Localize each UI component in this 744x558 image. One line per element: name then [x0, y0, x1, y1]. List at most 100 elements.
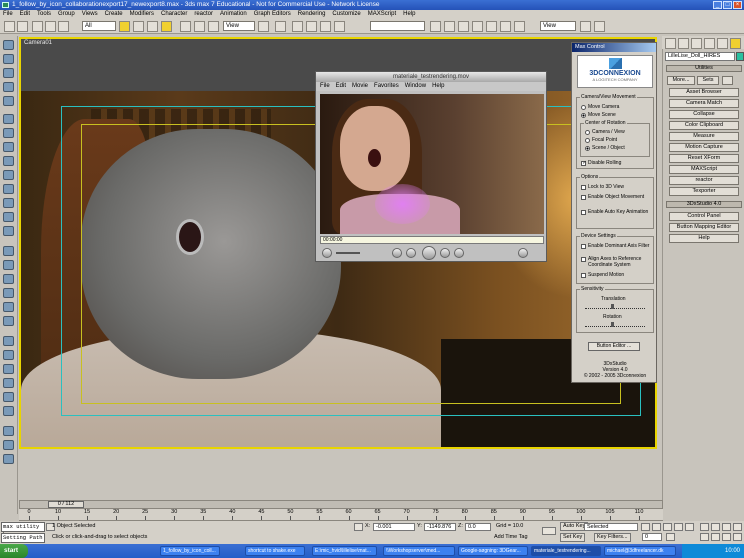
menu-modifiers[interactable]: Modifiers [130, 10, 154, 19]
hierarchy-tab-icon[interactable] [691, 38, 702, 49]
tool-icon[interactable] [3, 350, 14, 360]
task-google[interactable]: Google-søgning: 3DGear... [458, 546, 528, 556]
enable-auto-key-checkbox[interactable]: Enable Auto Key Animation [581, 209, 651, 215]
selection-filter-dropdown[interactable]: All [82, 21, 116, 31]
volume-icon[interactable] [322, 248, 332, 258]
camera-match-button[interactable]: Camera Match [669, 99, 739, 108]
active-shade-icon[interactable] [594, 21, 605, 32]
motion-tab-icon[interactable] [704, 38, 715, 49]
start-button[interactable]: start [0, 544, 28, 558]
time-slider-thumb[interactable]: 0 / 112 [48, 501, 84, 508]
qt-menu-help[interactable]: Help [432, 82, 444, 91]
bind-space-warp-icon[interactable] [58, 21, 69, 32]
snap-toggle-icon[interactable] [292, 21, 303, 32]
camera-view-radio[interactable]: Camera / View [585, 129, 625, 135]
play-icon[interactable] [422, 246, 436, 260]
zoom-all-icon[interactable] [711, 523, 720, 531]
menu-file[interactable]: File [3, 10, 13, 19]
redo-icon[interactable] [17, 21, 28, 32]
tool-icon[interactable] [3, 440, 14, 450]
button-editor-button[interactable]: Button Editor ... [588, 342, 640, 351]
maxscript-output-line[interactable]: Setting Path [1, 533, 45, 543]
tool-icon[interactable] [3, 392, 14, 402]
enable-object-movement-checkbox[interactable]: Enable Object Movement [581, 194, 651, 200]
tool-icon[interactable] [3, 364, 14, 374]
fast-forward-icon[interactable] [440, 248, 450, 258]
unlink-icon[interactable] [45, 21, 56, 32]
tool-icon[interactable] [3, 128, 14, 138]
sets-button[interactable]: Sets [697, 76, 719, 85]
tool-icon[interactable] [3, 198, 14, 208]
align-icon[interactable] [444, 21, 455, 32]
more-button[interactable]: More... [667, 76, 695, 85]
tool-icon[interactable] [3, 226, 14, 236]
tool-icon[interactable] [3, 454, 14, 464]
object-color-swatch[interactable] [736, 52, 744, 61]
pan-icon[interactable] [711, 533, 720, 541]
utilities-tab-icon[interactable] [730, 38, 741, 49]
task-quicktime[interactable]: materiale_testrendering... [531, 546, 601, 556]
window-crossing-icon[interactable] [161, 21, 172, 32]
spinner-snap-icon[interactable] [334, 21, 345, 32]
qt-menu-edit[interactable]: Edit [336, 82, 346, 91]
schematic-view-icon[interactable] [486, 21, 497, 32]
tool-icon[interactable] [3, 68, 14, 78]
dominant-axis-checkbox[interactable]: Enable Dominant Axis Filter [581, 243, 651, 249]
texporter-button[interactable]: Texporter [669, 187, 739, 196]
rewind-icon[interactable] [406, 248, 416, 258]
qt-menu-window[interactable]: Window [405, 82, 426, 91]
scene-object-radio[interactable]: Scene / Object [585, 145, 625, 151]
menu-edit[interactable]: Edit [20, 10, 30, 19]
layer-manager-icon[interactable] [458, 21, 469, 32]
key-mode-dropdown[interactable]: Selected [584, 523, 638, 531]
field-of-view-icon[interactable] [700, 533, 709, 541]
close-button[interactable]: × [733, 1, 742, 9]
help-button[interactable]: Help [669, 234, 739, 243]
angle-snap-icon[interactable] [306, 21, 317, 32]
next-frame-icon[interactable] [674, 523, 683, 531]
mirror-icon[interactable] [430, 21, 441, 32]
tool-icon[interactable] [3, 246, 14, 256]
tool-icon[interactable] [3, 40, 14, 50]
color-clipboard-button[interactable]: Color Clipboard [669, 121, 739, 130]
task-explorer[interactable]: E:\mic_hvid\lillelise\mat... [312, 546, 377, 556]
menu-views[interactable]: Views [82, 10, 98, 19]
curve-editor-icon[interactable] [472, 21, 483, 32]
reactor-button[interactable]: reactor [669, 176, 739, 185]
align-axes-checkbox[interactable]: Align Axes to Reference Coordinate Syste… [581, 256, 651, 268]
x-coordinate-field[interactable]: -0.001 [373, 523, 415, 531]
tool-icon[interactable] [3, 426, 14, 436]
tool-icon[interactable] [3, 184, 14, 194]
measure-button[interactable]: Measure [669, 132, 739, 141]
reference-coordinate-dropdown[interactable]: View [223, 21, 255, 31]
suspend-motion-checkbox[interactable]: Suspend Motion [581, 272, 624, 278]
qt-menu-favorites[interactable]: Favorites [374, 82, 399, 91]
tool-icon[interactable] [3, 96, 14, 106]
maximize-button[interactable]: □ [723, 1, 732, 9]
qt-menu-file[interactable]: File [320, 82, 330, 91]
render-type-dropdown[interactable]: View [540, 21, 576, 31]
tool-icon[interactable] [3, 378, 14, 388]
maxscript-button[interactable]: MAXScript [669, 165, 739, 174]
3dxstudio-rollout[interactable]: 3DxStudio 4.0 [666, 201, 742, 208]
tool-icon[interactable] [3, 54, 14, 64]
zoom-extents-all-icon[interactable] [733, 523, 742, 531]
material-editor-icon[interactable] [500, 21, 511, 32]
move-camera-radio[interactable]: Move Camera [581, 104, 619, 110]
quicktime-title[interactable]: materiale_testrendering.mov [316, 72, 546, 82]
current-frame-field[interactable]: 0 [642, 533, 662, 541]
scale-icon[interactable] [208, 21, 219, 32]
goto-end-icon[interactable] [685, 523, 694, 531]
tool-icon[interactable] [3, 114, 14, 124]
modify-tab-icon[interactable] [678, 38, 689, 49]
zoom-extents-icon[interactable] [722, 523, 731, 531]
move-scene-radio[interactable]: Move Scene [581, 112, 616, 118]
viewport-label[interactable]: Camera01 [24, 40, 52, 46]
rotate-icon[interactable] [194, 21, 205, 32]
utilities-rollout[interactable]: Utilities [666, 65, 742, 72]
menu-rendering[interactable]: Rendering [298, 10, 326, 19]
tool-icon[interactable] [3, 302, 14, 312]
tool-icon[interactable] [3, 288, 14, 298]
menu-graph-editors[interactable]: Graph Editors [254, 10, 291, 19]
move-icon[interactable] [180, 21, 191, 32]
